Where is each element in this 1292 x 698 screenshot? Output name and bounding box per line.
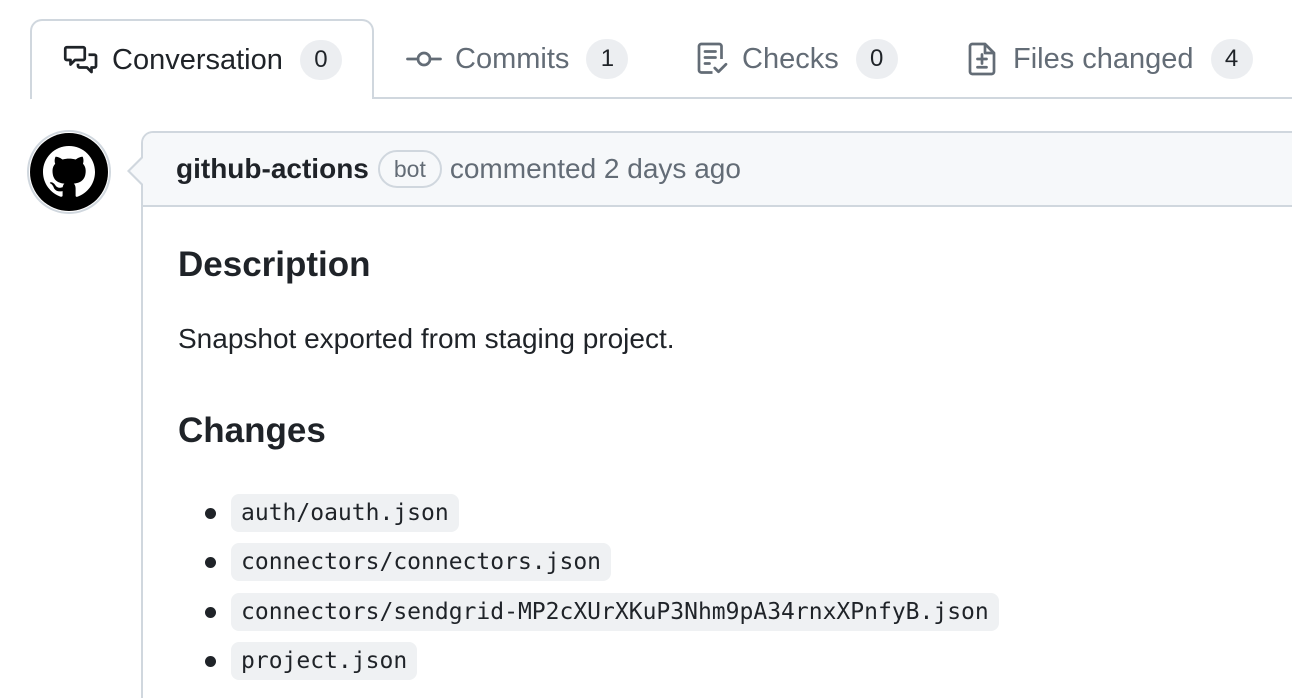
comment-discussion-icon [63,42,99,78]
tab-label: Commits [455,42,570,75]
tab-label: Checks [742,42,839,75]
tab-counter: 4 [1210,39,1253,79]
bullet [205,606,216,618]
description-text: Snapshot exported from staging project. [178,323,675,354]
comment-header: github-actions bot commented 2 days ago [143,133,1292,207]
list-item: connectors/connectors.json [205,538,999,588]
tab-counter: 0 [855,39,898,79]
avatar[interactable] [27,130,111,214]
pr-tabs: Conversation 0 Commits 1 Checks 0 Files … [30,19,1292,99]
list-item: project.json [205,637,999,687]
file-path-code: project.json [231,642,418,681]
description-heading: Description [178,245,371,284]
tab-commits[interactable]: Commits 1 [406,19,629,99]
file-path-code: auth/oauth.json [231,493,459,532]
changed-files-list: auth/oauth.json connectors/connectors.js… [205,488,999,686]
tab-checks[interactable]: Checks 0 [693,19,898,99]
tab-label: Files changed [1013,42,1194,75]
bullet [205,656,216,668]
tab-conversation[interactable]: Conversation 0 [30,19,374,99]
comment-box: github-actions bot commented 2 days ago … [141,131,1292,698]
list-item: auth/oauth.json [205,488,999,538]
comment-timestamp[interactable]: commented 2 days ago [450,153,741,185]
checklist-icon [693,41,729,77]
changes-heading: Changes [178,411,326,450]
tab-label: Conversation [112,43,283,76]
github-octocat-icon [30,133,108,211]
comment-author-link[interactable]: github-actions [176,153,369,185]
file-diff-icon [964,41,1000,77]
tab-counter: 1 [586,39,629,79]
comment-pointer-fill [130,156,145,186]
pull-request-page: Conversation 0 Commits 1 Checks 0 Files … [0,0,1292,698]
git-commit-icon [406,41,442,77]
bullet [205,557,216,569]
list-item: connectors/sendgrid-MP2cXUrXKuP3Nhm9pA34… [205,587,999,637]
tab-files-changed[interactable]: Files changed 4 [964,19,1253,99]
bot-badge: bot [377,150,442,188]
file-path-code: connectors/connectors.json [231,543,612,582]
file-path-code: connectors/sendgrid-MP2cXUrXKuP3Nhm9pA34… [231,592,999,631]
bullet [205,507,216,519]
tab-counter: 0 [299,40,342,80]
